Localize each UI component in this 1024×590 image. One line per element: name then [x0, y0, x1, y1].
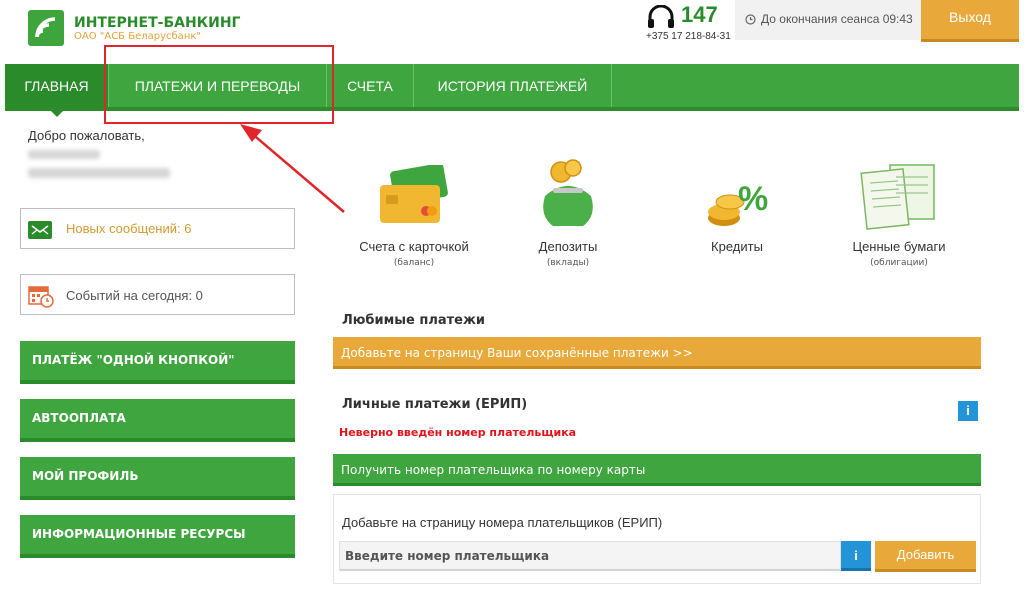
money-bag-icon — [543, 159, 593, 226]
add-favorites-link[interactable]: Добавьте на страницу Ваши сохранённые пл… — [333, 337, 981, 369]
tile-label: Ценные бумаги — [852, 239, 946, 254]
welcome-text: Добро пожаловать, — [28, 128, 145, 143]
bonds-icon — [860, 164, 935, 230]
tile-label: Счета с карточкой — [359, 239, 469, 254]
erip-add-panel: Добавьте на страницу номера плательщиков… — [333, 494, 981, 584]
tile-credits[interactable]: % Кредиты — [662, 174, 812, 258]
payer-number-input[interactable]: Введите номер плательщика — [339, 541, 841, 571]
messages-count: Новых сообщений: 6 — [66, 221, 192, 236]
erip-panel-title: Добавьте на страницу номера плательщиков… — [342, 515, 663, 530]
user-surname-blurred — [28, 150, 100, 159]
erip-title: Личные платежи (ЕРИП) — [342, 397, 528, 412]
payer-info-icon[interactable]: i — [841, 541, 871, 571]
favorites-title: Любимые платежи — [342, 313, 486, 328]
tile-sub: (облигации) — [870, 258, 928, 268]
svg-text:%: % — [738, 180, 768, 218]
events-box[interactable]: Событий на сегодня: 0 — [20, 274, 295, 315]
add-payer-button[interactable]: Добавить — [875, 541, 976, 572]
events-count: Событий на сегодня: 0 — [66, 288, 203, 303]
tile-sub: (вклады) — [546, 258, 590, 268]
user-name-blurred — [28, 168, 170, 178]
my-profile-button[interactable]: МОЙ ПРОФИЛЬ — [20, 457, 295, 500]
tile-card-accounts[interactable]: Счета с карточкой (баланс) — [339, 165, 489, 268]
cards-icon — [380, 165, 448, 223]
autopay-button[interactable]: АВТООПЛАТА — [20, 399, 295, 442]
error-message: Неверно введён номер плательщика — [339, 426, 577, 439]
tile-deposits[interactable]: Депозиты (вклады) — [493, 158, 643, 268]
coins-percent-icon: % — [708, 180, 768, 226]
card-lookup-bar[interactable]: Получить номер плательщика по номеру кар… — [333, 454, 981, 486]
erip-info-icon[interactable]: i — [958, 401, 978, 421]
tile-label: Депозиты — [538, 239, 598, 254]
tile-label: Кредиты — [711, 239, 763, 254]
messages-box[interactable]: Новых сообщений: 6 — [20, 208, 295, 249]
calendar-icon — [28, 286, 54, 308]
one-click-payment-button[interactable]: ПЛАТЁЖ "ОДНОЙ КНОПКОЙ" — [20, 341, 295, 384]
tile-securities[interactable]: Ценные бумаги (облигации) — [824, 163, 974, 268]
tile-sub: (баланс) — [393, 258, 435, 268]
info-resources-button[interactable]: ИНФОРМАЦИОННЫЕ РЕСУРСЫ — [20, 515, 295, 558]
envelope-icon — [28, 221, 52, 239]
